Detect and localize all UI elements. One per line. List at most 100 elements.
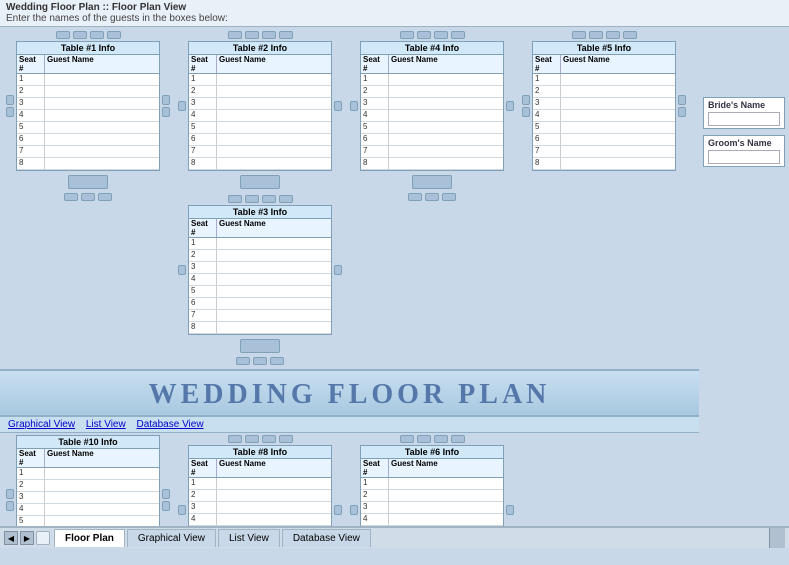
- seat-block: [107, 31, 121, 39]
- guest-name-input[interactable]: [217, 110, 331, 121]
- guest-name-input[interactable]: [45, 480, 159, 491]
- guest-name-input[interactable]: [217, 502, 331, 513]
- table-row: 6: [189, 134, 331, 146]
- table-8-box: Table #8 Info Seat # Guest Name 1 2 3 4 …: [188, 445, 332, 526]
- guest-name-input[interactable]: [217, 134, 331, 145]
- guest-name-input[interactable]: [45, 74, 159, 85]
- guest-name-input[interactable]: [561, 134, 675, 145]
- seat-block: [262, 31, 276, 39]
- table-1-unit: Table #1 Info Seat # Guest Name 1 2 3 4 …: [6, 31, 170, 201]
- guest-name-input[interactable]: [45, 134, 159, 145]
- main-area: Table #1 Info Seat # Guest Name 1 2 3 4 …: [0, 27, 789, 526]
- guest-name-input[interactable]: [217, 478, 331, 489]
- seat-block: [64, 193, 78, 201]
- guest-name-input[interactable]: [45, 122, 159, 133]
- guest-name-input[interactable]: [217, 490, 331, 501]
- guest-name-input[interactable]: [389, 110, 503, 121]
- guest-name-input[interactable]: [389, 74, 503, 85]
- guest-name-input[interactable]: [389, 478, 503, 489]
- seat-block: [162, 107, 170, 117]
- guest-name-input[interactable]: [389, 514, 503, 525]
- seat-block: [334, 265, 342, 275]
- guest-name-input[interactable]: [45, 110, 159, 121]
- guest-name-input[interactable]: [45, 146, 159, 157]
- guest-name-input[interactable]: [561, 158, 675, 169]
- table-row: 3: [361, 98, 503, 110]
- guest-name-input[interactable]: [217, 310, 331, 321]
- guest-name-input[interactable]: [217, 322, 331, 333]
- guest-name-input[interactable]: [217, 286, 331, 297]
- table-8-col-header: Seat # Guest Name: [189, 459, 331, 478]
- list-view-link[interactable]: List View: [86, 419, 126, 430]
- graphical-view-link[interactable]: Graphical View: [8, 419, 75, 430]
- table-6-unit: Table #6 Info Seat # Guest Name 1 2 3 4 …: [350, 435, 514, 526]
- guest-name-input[interactable]: [217, 74, 331, 85]
- guest-name-input[interactable]: [561, 146, 675, 157]
- table-2-col-header: Seat # Guest Name: [189, 55, 331, 74]
- guest-name-input[interactable]: [389, 502, 503, 513]
- table-row: 1: [361, 74, 503, 86]
- guest-name-input[interactable]: [389, 86, 503, 97]
- table-4-box: Table #4 Info Seat # Guest Name 1 2 3 4 …: [360, 41, 504, 171]
- table-8-seats-right: [334, 505, 342, 515]
- guest-name-input[interactable]: [45, 158, 159, 169]
- guest-name-input[interactable]: [389, 98, 503, 109]
- guest-name-input[interactable]: [45, 504, 159, 515]
- guest-name-input[interactable]: [45, 492, 159, 503]
- grooms-name-input[interactable]: [708, 150, 780, 164]
- tab-bar: ◀ ▶ Floor Plan Graphical View List View …: [0, 526, 789, 548]
- table-4-header: Table #4 Info: [361, 42, 503, 55]
- guest-name-input[interactable]: [217, 146, 331, 157]
- tab-floor-plan[interactable]: Floor Plan: [54, 529, 125, 547]
- seat-rect: [412, 175, 452, 189]
- guest-name-input[interactable]: [45, 98, 159, 109]
- table-row: 5: [17, 122, 159, 134]
- guest-name-input[interactable]: [217, 238, 331, 249]
- table-row: 1: [189, 74, 331, 86]
- guest-name-input[interactable]: [217, 98, 331, 109]
- tab-database-view[interactable]: Database View: [282, 529, 371, 547]
- table-row: 1: [361, 478, 503, 490]
- guest-name-input[interactable]: [45, 468, 159, 479]
- guest-name-input[interactable]: [389, 490, 503, 501]
- seat-block: [350, 505, 358, 515]
- guest-name-input[interactable]: [217, 298, 331, 309]
- table-2-seats-bottom: [240, 173, 280, 191]
- tab-list-view[interactable]: List View: [218, 529, 280, 547]
- table-2-seats-left: [178, 101, 186, 111]
- guest-name-input[interactable]: [561, 74, 675, 85]
- seat-block: [162, 501, 170, 511]
- guest-name-input[interactable]: [561, 98, 675, 109]
- guest-name-input[interactable]: [389, 134, 503, 145]
- table-row: 4: [17, 504, 159, 516]
- table-10-with-sides: Table #10 Info Seat # Guest Name 1 2 3 4…: [6, 435, 170, 526]
- guest-name-input[interactable]: [217, 86, 331, 97]
- table-6-seats-right: [506, 505, 514, 515]
- guest-name-input[interactable]: [389, 146, 503, 157]
- guest-name-input[interactable]: [217, 274, 331, 285]
- seat-block: [253, 357, 267, 365]
- guest-name-input[interactable]: [561, 122, 675, 133]
- guest-name-input[interactable]: [217, 158, 331, 169]
- seat-block: [262, 435, 276, 443]
- database-view-link[interactable]: Database View: [136, 419, 203, 430]
- guest-name-input[interactable]: [217, 514, 331, 525]
- seat-block: [73, 31, 87, 39]
- guest-name-input[interactable]: [45, 516, 159, 526]
- tab-nav-next[interactable]: ▶: [20, 531, 34, 545]
- guest-name-input[interactable]: [561, 86, 675, 97]
- table-5-header: Table #5 Info: [533, 42, 675, 55]
- guest-name-input[interactable]: [561, 110, 675, 121]
- guest-name-input[interactable]: [45, 86, 159, 97]
- brides-name-input[interactable]: [708, 112, 780, 126]
- table-row: 5: [189, 286, 331, 298]
- guest-name-input[interactable]: [217, 122, 331, 133]
- guest-name-input[interactable]: [217, 262, 331, 273]
- tab-nav-prev[interactable]: ◀: [4, 531, 18, 545]
- seat-block: [6, 501, 14, 511]
- guest-name-input[interactable]: [389, 158, 503, 169]
- guest-name-input[interactable]: [389, 122, 503, 133]
- tab-graphical-view[interactable]: Graphical View: [127, 529, 216, 547]
- table-3-seats-bottom2: [236, 357, 284, 365]
- guest-name-input[interactable]: [217, 250, 331, 261]
